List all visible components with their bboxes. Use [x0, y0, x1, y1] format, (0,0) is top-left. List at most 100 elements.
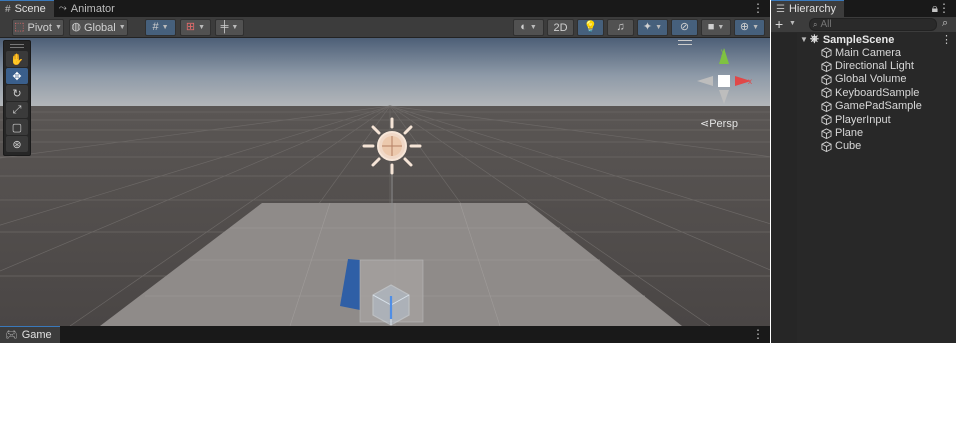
- chevron-down-icon: ▼: [198, 24, 206, 31]
- orientation-gizmo[interactable]: y x: [693, 44, 755, 106]
- audio-toggle-button[interactable]: ♫: [607, 19, 634, 36]
- global-toggle-button[interactable]: ◍ Global ▼: [69, 19, 128, 36]
- rect-tool-button[interactable]: ▢: [6, 119, 28, 135]
- scene-root-row[interactable]: ▼ ⎈ SampleScene ⋮: [771, 33, 956, 46]
- unity-scene-icon: ⎈: [810, 33, 819, 45]
- hierarchy-item[interactable]: Cube: [771, 140, 956, 153]
- transform-tool-button[interactable]: ⊛: [6, 136, 28, 152]
- hierarchy-search-input[interactable]: [820, 19, 921, 30]
- globe-icon: ◍: [71, 21, 81, 33]
- audio-icon: ♫: [616, 21, 625, 33]
- grid-snap-button[interactable]: # ▼: [145, 19, 176, 36]
- gameobject-cube-icon: [821, 87, 832, 99]
- gameobject-cube-icon: [821, 101, 832, 112]
- gameobject-cube-icon: [821, 127, 832, 139]
- pivot-icon: ⬚: [14, 21, 25, 33]
- gameobject-cube-icon: [821, 114, 832, 126]
- hierarchy-item-label: Directional Light: [835, 60, 914, 73]
- scene-name: SampleScene: [822, 33, 895, 46]
- scale-icon: ⤢: [12, 103, 22, 116]
- scene-menu-icon[interactable]: ⋮: [941, 33, 952, 46]
- align-icon: ╪: [220, 21, 229, 33]
- increment-snap-button[interactable]: ⊞ ▼: [180, 19, 211, 36]
- grid-snap-icon: #: [152, 21, 159, 33]
- hierarchy-item-label: Global Volume: [835, 73, 907, 86]
- gizmo-neg-y-axis[interactable]: [719, 90, 729, 104]
- effects-icon: ✦: [642, 21, 653, 33]
- hierarchy-item-label: PlayerInput: [835, 113, 891, 126]
- snap-grid-icon: ⊞: [185, 21, 196, 33]
- directional-light-sun-icon[interactable]: [362, 117, 422, 175]
- gameobject-cube-icon: [821, 74, 832, 85]
- search-icon: ⌕: [813, 19, 818, 29]
- camera-icon: ■: [707, 21, 715, 33]
- rotate-icon: ↻: [12, 87, 22, 100]
- game-tab-menu-icon[interactable]: ⋮: [752, 327, 764, 341]
- chevron-down-icon[interactable]: ▼: [789, 20, 796, 27]
- align-button[interactable]: ╪ ▼: [215, 19, 244, 36]
- hierarchy-item[interactable]: Plane: [771, 126, 956, 139]
- gizmo-neg-x-axis[interactable]: [697, 76, 713, 86]
- tab-hierarchy[interactable]: ☰ Hierarchy: [771, 0, 845, 17]
- gizmo-center[interactable]: [718, 75, 730, 87]
- expand-arrow-icon[interactable]: ▼: [800, 35, 808, 44]
- rotate-tool-button[interactable]: ↻: [6, 85, 28, 101]
- hierarchy-tabbar: ☰ Hierarchy 🔒︎ ⋮: [771, 0, 956, 17]
- list-icon: ☰: [776, 3, 785, 15]
- scene-panel: # Scene ⤳ Animator ⋮ ⬚ Pivot ▼ ◍ Global …: [0, 0, 770, 326]
- draw-mode-button[interactable]: ◐ ▼: [513, 19, 544, 36]
- sky: [0, 38, 770, 106]
- chevron-down-icon: ▼: [529, 24, 537, 31]
- perspective-label[interactable]: ⋖Persp: [700, 117, 738, 130]
- grid-icon: #: [5, 3, 11, 15]
- hierarchy-list: ▼ ⎈ SampleScene ⋮ Main Camera Directional…: [771, 33, 956, 153]
- game-tabbar: 🎮︎ Game ⋮: [0, 326, 770, 343]
- add-object-button[interactable]: +: [775, 17, 783, 31]
- tool-palette: ✋ ✥ ↻ ⤢ ▢ ⊛: [3, 40, 31, 156]
- hierarchy-tab-menu-icon[interactable]: ⋮: [938, 1, 950, 15]
- hierarchy-item-label: Main Camera: [835, 46, 902, 59]
- perspective-icon: ⋖: [700, 118, 710, 130]
- hierarchy-item[interactable]: Global Volume: [771, 73, 956, 86]
- gizmo-menu-icon[interactable]: [678, 40, 692, 45]
- scale-tool-button[interactable]: ⤢: [6, 102, 28, 118]
- hierarchy-item[interactable]: Main Camera: [771, 46, 956, 59]
- shading-icon: ◐: [520, 21, 527, 33]
- hierarchy-item[interactable]: GamePadSample: [771, 100, 956, 113]
- pivot-toggle-button[interactable]: ⬚ Pivot ▼: [12, 19, 64, 36]
- move-tool-button[interactable]: ✥: [6, 68, 28, 84]
- hierarchy-item-label: Cube: [835, 140, 862, 153]
- pivot-label: Pivot: [27, 21, 52, 34]
- gizmos-button[interactable]: ⊕ ▼: [734, 19, 765, 36]
- tab-game[interactable]: 🎮︎ Game: [0, 326, 60, 343]
- chevron-down-icon: ▼: [717, 24, 725, 31]
- gameobject-cube-icon: [821, 141, 832, 152]
- hierarchy-panel: ☰ Hierarchy 🔒︎ ⋮ + ▼ ⌕ ⌕ ▼ ⎈ SampleScene…: [771, 0, 956, 343]
- lighting-toggle-button[interactable]: 💡: [577, 19, 604, 36]
- effects-button[interactable]: ✦ ▼: [637, 19, 668, 36]
- tool-palette-grip[interactable]: [10, 44, 24, 48]
- search-filter-icon[interactable]: ⌕: [942, 17, 948, 30]
- scene-viewport[interactable]: [0, 38, 770, 326]
- hierarchy-toolbar: + ▼ ⌕ ⌕: [771, 17, 956, 32]
- animator-icon: ⤳: [58, 3, 67, 14]
- gizmo-y-label: y: [721, 47, 725, 56]
- hierarchy-item[interactable]: PlayerInput: [771, 113, 956, 126]
- 2d-toggle-button[interactable]: 2D: [547, 19, 574, 36]
- game-panel: 🎮︎ Game ⋮: [0, 326, 770, 343]
- tab-animator[interactable]: ⤳ Animator: [54, 0, 123, 17]
- hierarchy-items: Main Camera Directional Light Global Volum…: [771, 46, 956, 153]
- scene-tabbar: # Scene ⤳ Animator ⋮: [0, 0, 770, 17]
- scene-toolbar: ⬚ Pivot ▼ ◍ Global ▼ # ▼ ⊞ ▼ ╪ ▼ ◐ ▼ 2D: [0, 17, 770, 38]
- hierarchy-item[interactable]: KeyboardSample: [771, 86, 956, 99]
- tab-scene[interactable]: # Scene: [0, 0, 54, 17]
- hierarchy-search[interactable]: ⌕: [809, 18, 937, 31]
- chevron-down-icon: ▼: [54, 24, 62, 31]
- scene-tab-menu-icon[interactable]: ⋮: [752, 1, 764, 15]
- hierarchy-item[interactable]: Directional Light: [771, 59, 956, 72]
- hand-tool-button[interactable]: ✋: [6, 51, 28, 67]
- camera-settings-button[interactable]: ■ ▼: [701, 19, 731, 36]
- gizmo-x-label: x: [748, 77, 752, 86]
- visibility-toggle-button[interactable]: ⊘: [671, 19, 698, 36]
- scene-view-canvas[interactable]: [0, 38, 770, 326]
